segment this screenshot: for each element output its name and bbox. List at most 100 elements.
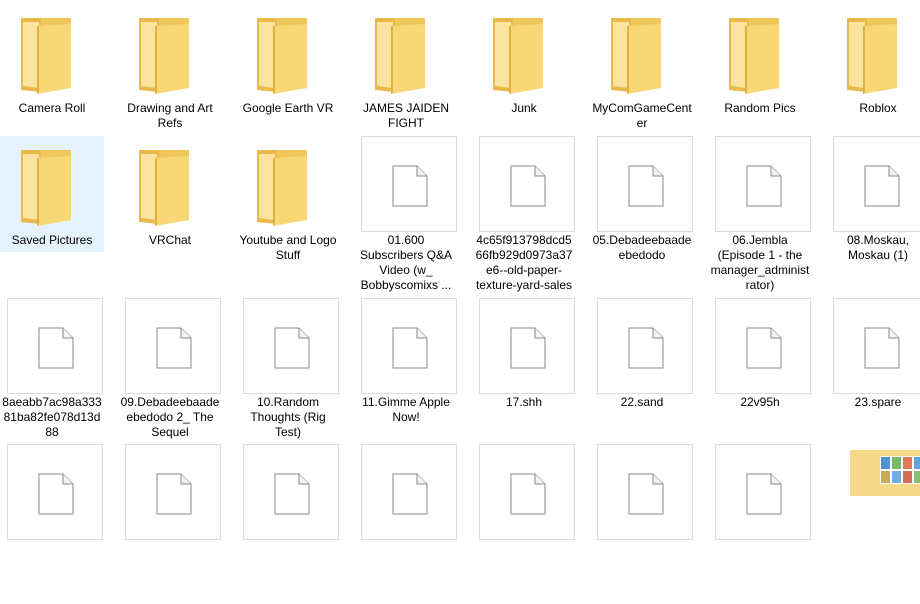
file-thumbnail	[0, 444, 104, 540]
file-item[interactable]	[590, 444, 694, 604]
file-thumbnail-frame	[479, 298, 575, 394]
item-label: 08.Moskau, Moskau (1)	[846, 233, 910, 262]
document-icon	[628, 473, 664, 515]
folder-icon	[118, 136, 222, 232]
file-thumbnail-frame	[243, 444, 339, 540]
file-item[interactable]: 10.Random Thoughts (Rig Test)	[236, 298, 340, 458]
file-item[interactable]	[354, 444, 458, 604]
item-label: Roblox	[859, 101, 897, 115]
folder-icon-graphic	[17, 148, 75, 226]
folder-icon	[708, 4, 812, 100]
file-thumbnail	[118, 298, 222, 394]
folder-icon	[472, 4, 576, 100]
file-thumbnail	[472, 136, 576, 232]
photo-stack-icon	[850, 450, 920, 496]
file-item[interactable]: 06.Jembla (Episode 1 - the manager_admin…	[708, 136, 812, 296]
image-item[interactable]	[826, 444, 920, 604]
photo-tile	[880, 470, 891, 484]
item-label: 23.spare	[854, 395, 902, 409]
file-item[interactable]: 09.Debadeebaadeebedodo 2_ The Sequel	[118, 298, 222, 458]
file-thumbnail-frame	[597, 136, 693, 232]
item-label: 22v95h	[740, 395, 780, 409]
item-label: 09.Debadeebaadeebedodo 2_ The Sequel	[120, 395, 220, 439]
photo-tile	[902, 470, 913, 484]
folder-icon	[826, 4, 920, 100]
folder-item[interactable]: Youtube and Logo Stuff	[236, 136, 340, 296]
item-label: 17.shh	[505, 395, 543, 409]
document-icon	[864, 165, 900, 207]
document-icon	[628, 327, 664, 369]
item-label: Camera Roll	[18, 101, 86, 115]
file-item[interactable]: 8aeabb7ac98a33381ba82fe078d13d88	[0, 298, 104, 458]
item-label: 4c65f913798dcd566fb929d0973a37e6--old-pa…	[475, 233, 573, 292]
file-item[interactable]: 11.Gimme Apple Now!	[354, 298, 458, 458]
photo-tile	[891, 470, 902, 484]
file-thumbnail	[118, 444, 222, 540]
item-label: 01.600 Subscribers Q&A Video (w_ Bobbysc…	[359, 233, 453, 292]
file-thumbnail-frame	[361, 136, 457, 232]
document-icon	[156, 473, 192, 515]
folder-item[interactable]: Saved Pictures	[0, 136, 104, 252]
file-thumbnail-frame	[243, 298, 339, 394]
file-thumbnail	[708, 444, 812, 540]
file-thumbnail-frame	[125, 298, 221, 394]
folder-icon	[0, 4, 104, 100]
document-icon	[38, 327, 74, 369]
file-item[interactable]: 01.600 Subscribers Q&A Video (w_ Bobbysc…	[354, 136, 458, 296]
file-thumbnail-frame	[597, 444, 693, 540]
folder-item[interactable]: VRChat	[118, 136, 222, 296]
file-item[interactable]: 22v95h	[708, 298, 812, 458]
file-thumbnail-frame	[361, 444, 457, 540]
document-icon	[156, 327, 192, 369]
item-label: Saved Pictures	[11, 233, 93, 247]
file-item[interactable]	[118, 444, 222, 604]
document-icon	[274, 473, 310, 515]
file-item[interactable]	[236, 444, 340, 604]
item-label: 10.Random Thoughts (Rig Test)	[250, 395, 326, 439]
folder-icon-graphic	[17, 16, 75, 94]
item-label: MyComGameCenter	[592, 101, 692, 130]
file-item[interactable]	[0, 444, 104, 604]
file-item[interactable]: 05.Debadeebaadeebedodo	[590, 136, 694, 296]
file-thumbnail	[354, 444, 458, 540]
folder-icon-graphic	[371, 16, 429, 94]
document-icon	[392, 473, 428, 515]
folder-icon	[236, 136, 340, 232]
file-thumbnail	[826, 298, 920, 394]
item-label: Junk	[511, 101, 537, 115]
file-thumbnail-frame	[715, 298, 811, 394]
document-icon	[746, 473, 782, 515]
folder-icon-graphic	[725, 16, 783, 94]
file-item[interactable]: 4c65f913798dcd566fb929d0973a37e6--old-pa…	[472, 136, 576, 296]
file-thumbnail	[590, 444, 694, 540]
file-thumbnail-frame	[479, 136, 575, 232]
folder-icon-graphic	[253, 16, 311, 94]
file-thumbnail	[590, 136, 694, 232]
item-label: Random Pics	[724, 101, 796, 115]
folder-icon-graphic	[607, 16, 665, 94]
file-thumbnail	[354, 298, 458, 394]
item-label: Drawing and Art Refs	[127, 101, 213, 130]
file-thumbnail	[0, 298, 104, 394]
file-item[interactable]: 22.sand	[590, 298, 694, 458]
photo-tile	[880, 456, 891, 470]
folder-icon	[236, 4, 340, 100]
file-item[interactable]: 08.Moskau, Moskau (1)	[826, 136, 920, 296]
folder-icon-graphic	[843, 16, 901, 94]
file-item[interactable]: 17.shh	[472, 298, 576, 458]
folder-icon	[0, 136, 104, 232]
folder-icon-graphic	[135, 16, 193, 94]
folder-icon	[354, 4, 458, 100]
file-item[interactable]: 23.spare	[826, 298, 920, 458]
file-thumbnail-frame	[361, 298, 457, 394]
file-thumbnail-frame	[7, 444, 103, 540]
document-icon	[864, 327, 900, 369]
file-thumbnail-frame	[833, 136, 920, 232]
file-thumbnail-frame	[715, 136, 811, 232]
document-icon	[510, 327, 546, 369]
file-thumbnail	[708, 136, 812, 232]
file-thumbnail-frame	[833, 298, 920, 394]
file-thumbnail-frame	[715, 444, 811, 540]
file-item[interactable]	[472, 444, 576, 604]
file-item[interactable]	[708, 444, 812, 604]
